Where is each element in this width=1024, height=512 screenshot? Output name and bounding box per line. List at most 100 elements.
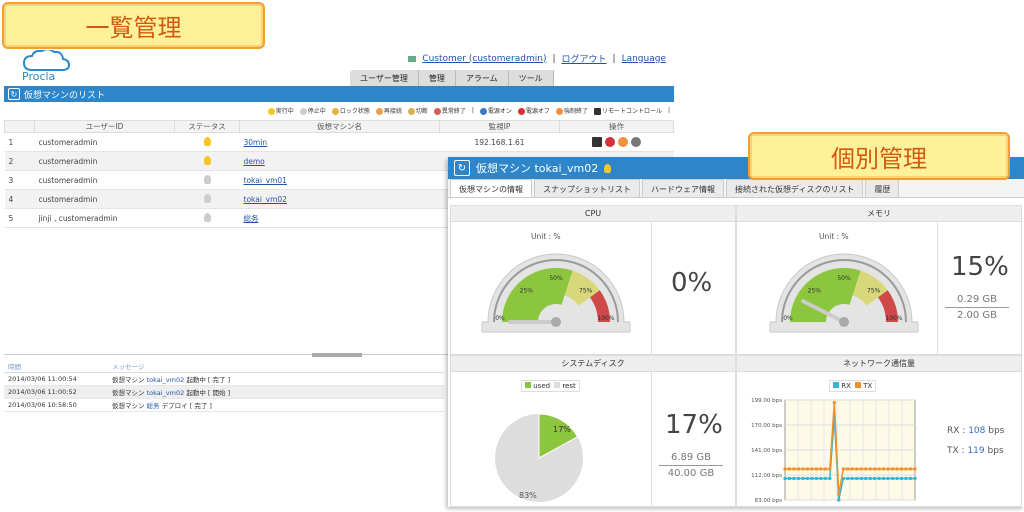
log-table: 時間 メッセージ 2014/03/06 11:00:54 仮想マシン tokai_…	[4, 360, 444, 412]
status-bulb-icon	[604, 163, 612, 173]
power-off-icon[interactable]	[605, 137, 615, 147]
vm-name-link[interactable]: tokai_vm02	[244, 195, 287, 204]
series-point-rx	[864, 476, 868, 480]
series-point-tx	[787, 467, 791, 471]
series-point-tx	[913, 467, 917, 471]
vm-name-link[interactable]: 総务	[244, 214, 259, 223]
series-point-tx	[814, 467, 818, 471]
log-vm-link[interactable]: tokai_vm02	[147, 389, 185, 397]
user-icon	[408, 55, 417, 62]
force-stop-icon[interactable]	[618, 137, 628, 147]
series-point-rx	[873, 476, 877, 480]
tab-history[interactable]: 履歴	[865, 179, 900, 197]
log-vm-link[interactable]: tokai_vm02	[147, 376, 185, 384]
series-point-rx	[787, 476, 791, 480]
series-point-rx	[882, 476, 886, 480]
language-link[interactable]: Language	[622, 54, 666, 64]
chart-y-tick: 199.00 bps	[751, 398, 782, 404]
cpu-header: CPU	[451, 206, 735, 222]
memory-header: メモリ	[737, 206, 1021, 222]
menu-user-management[interactable]: ユーザー管理	[350, 70, 419, 86]
detail-title: 仮想マシン tokai_vm02	[476, 162, 599, 175]
panel-title: 仮想マシンのリスト	[24, 90, 106, 101]
network-legend: RX TX	[829, 380, 877, 392]
series-point-tx	[792, 467, 796, 471]
series-point-tx	[886, 467, 890, 471]
logout-link[interactable]: ログアウト	[562, 52, 607, 65]
log-row: 2014/03/06 11:00:54 仮想マシン tokai_vm02 起動中 …	[4, 372, 444, 386]
legend-rx: RX	[833, 382, 851, 390]
memory-gauge: 0% 25% 50% 75% 100%	[769, 253, 919, 333]
tab-hardware[interactable]: ハードウェア情報	[642, 179, 724, 197]
log-time: 2014/03/06 11:00:54	[4, 372, 108, 386]
series-point-rx	[886, 476, 890, 480]
row-ip: 192.168.1.61	[439, 132, 560, 152]
tab-vm-info[interactable]: 仮想マシンの情報	[450, 179, 532, 197]
series-point-rx	[846, 476, 850, 480]
remote-control-button[interactable]: リモートコントロール	[593, 106, 662, 115]
menu-tools[interactable]: ツール	[509, 70, 554, 86]
disk-header: システムディスク	[451, 356, 735, 372]
chart-y-tick: 170.00 bps	[751, 423, 782, 429]
power-on-button[interactable]: 電源オン	[479, 106, 512, 115]
refresh-icon[interactable]: ↻	[454, 160, 470, 176]
memory-panel: メモリ Unit : % 0% 25% 50% 75% 100% 15% 0.29 GB…	[736, 205, 1022, 356]
delete-icon[interactable]	[631, 137, 641, 147]
gauge-tick-label: 0%	[495, 315, 505, 322]
col-vm-name[interactable]: 仮想マシン名	[239, 120, 440, 133]
series-point-rx	[900, 476, 904, 480]
remote-control-icon[interactable]	[592, 137, 602, 147]
power-off-button[interactable]: 電源オフ	[517, 106, 550, 115]
series-point-rx	[792, 476, 796, 480]
menu-management[interactable]: 管理	[419, 70, 456, 86]
log-col-message: メッセージ	[108, 360, 444, 373]
user-link[interactable]: Customer (customeradmin)	[422, 54, 546, 64]
status-legend: 実行中 停止中 ロック状態 再接続 切断 異常終了 | 電源オン 電源オフ 強制…	[4, 102, 674, 118]
refresh-icon[interactable]: ↻	[8, 88, 20, 100]
legend-stopped: 停止中	[299, 106, 326, 115]
series-point-tx	[877, 467, 881, 471]
gauge-tick-label: 75%	[867, 287, 881, 294]
vm-name-link[interactable]: 30min	[244, 138, 268, 147]
legend-abnormal: 異常終了	[433, 106, 466, 115]
series-point-rx	[783, 476, 787, 480]
gauge-hub	[839, 317, 849, 327]
series-point-tx	[855, 467, 859, 471]
pie-label-used: 17%	[553, 425, 571, 434]
series-point-tx	[801, 467, 805, 471]
series-point-rx	[814, 476, 818, 480]
log-vm-link[interactable]: 総务	[147, 402, 160, 410]
series-point-tx	[873, 467, 877, 471]
menu-alarm[interactable]: アラーム	[456, 70, 509, 86]
force-stop-button[interactable]: 強制終了	[555, 106, 588, 115]
network-line-chart: 199.00 bps 170.00 bps 141.00 bps 112.00 bps…	[751, 398, 917, 504]
series-point-rx	[805, 476, 809, 480]
vm-name-link[interactable]: tokai_vm01	[244, 176, 287, 185]
memory-value: 15%	[951, 252, 1009, 282]
series-point-rx	[819, 476, 823, 480]
tab-virtual-disks[interactable]: 接続された仮想ディスクのリスト	[726, 179, 864, 197]
vm-name-link[interactable]: demo	[244, 157, 265, 166]
status-bulb-icon	[203, 212, 211, 222]
callout-list-management: 一覧管理	[2, 2, 265, 49]
row-number: 4	[4, 189, 35, 209]
legend-locked: ロック状態	[331, 106, 370, 115]
series-point-tx	[850, 467, 854, 471]
series-point-tx	[823, 467, 827, 471]
row-number: 3	[4, 170, 35, 190]
log-row: 2014/03/06 10:58:50 仮想マシン 総务 デプロイ [ 完了 ]	[4, 398, 444, 412]
col-ip[interactable]: 監視IP	[439, 120, 560, 133]
col-status[interactable]: ステータス	[174, 120, 240, 133]
series-point-tx	[868, 467, 872, 471]
splitter-handle[interactable]	[312, 353, 362, 357]
series-point-rx	[859, 476, 863, 480]
table-row[interactable]: 1 customeradmin 30min 192.168.1.61	[4, 132, 674, 152]
memory-used: 0.29 GB	[945, 294, 1009, 308]
tab-snapshots[interactable]: スナップショットリスト	[534, 179, 640, 197]
gauge-tick-label: 75%	[579, 287, 593, 294]
col-user-id[interactable]: ユーザーID	[34, 120, 175, 133]
network-rx: RX : 108 bps	[947, 426, 1005, 436]
series-point-rx	[877, 476, 881, 480]
series-point-rx	[810, 476, 814, 480]
series-point-rx	[904, 476, 908, 480]
